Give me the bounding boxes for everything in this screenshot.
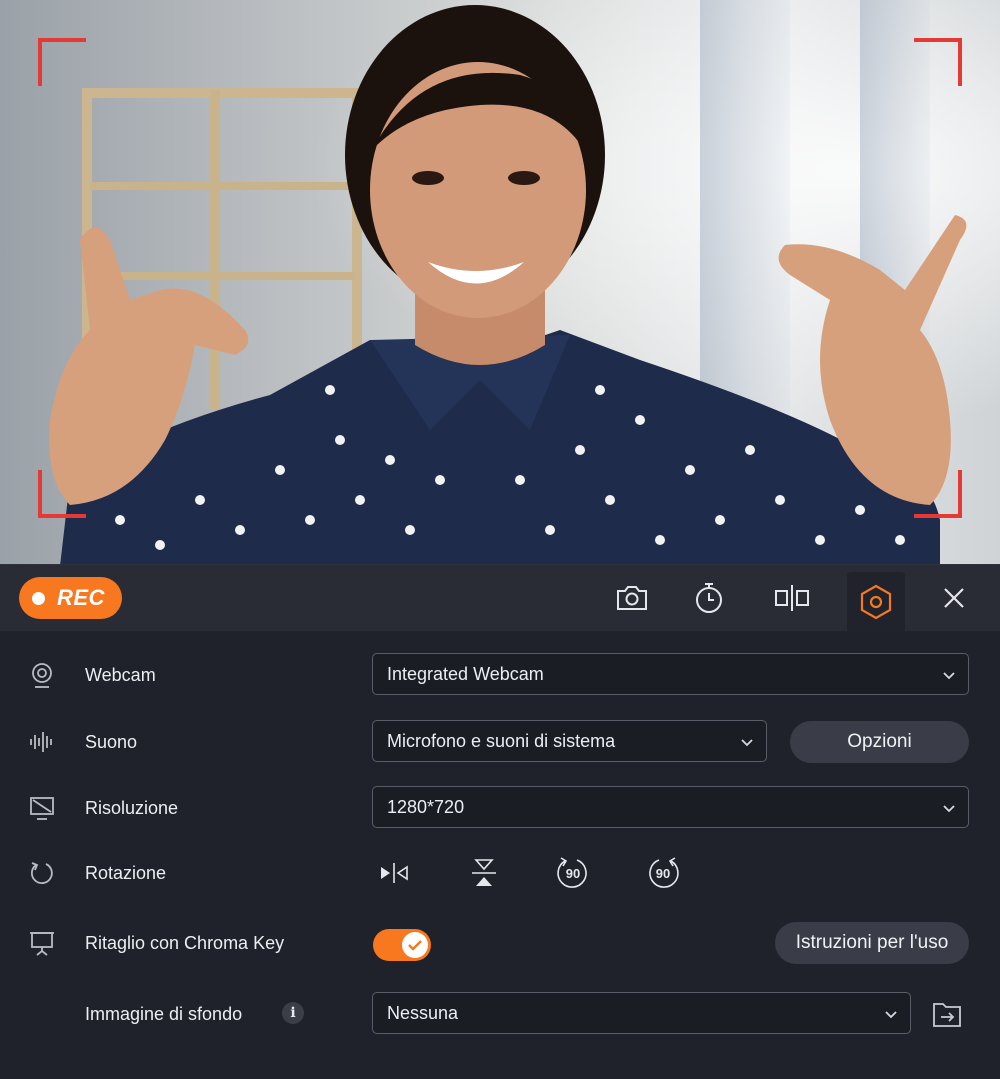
sound-wave-icon [28, 728, 56, 756]
chevron-down-icon [943, 672, 955, 680]
settings-panel: REC Webcam Integrated Webcam Suono Micro… [0, 564, 1000, 1079]
flip-horizontal-button[interactable] [374, 855, 414, 891]
flip-vertical-icon [472, 859, 496, 886]
webcam-select-value: Integrated Webcam [387, 663, 544, 684]
frame-corner-bottom-right [914, 470, 962, 518]
presentation-icon [28, 929, 56, 957]
resolution-select[interactable]: 1280*720 [372, 786, 969, 828]
chevron-down-icon [885, 1011, 897, 1019]
instructions-button[interactable]: Istruzioni per l'uso [775, 922, 969, 964]
webcam-preview [0, 0, 1000, 566]
frame-corner-top-left [38, 38, 86, 86]
rotate-right-label: 90 [656, 866, 670, 881]
webcam-row: Webcam Integrated Webcam [0, 653, 1000, 697]
resolution-row: Risoluzione 1280*720 [0, 786, 1000, 830]
resolution-select-value: 1280*720 [387, 796, 465, 817]
chroma-key-label: Ritaglio con Chroma Key [85, 933, 285, 953]
close-icon [944, 588, 964, 608]
rotate-left-90-icon: 90 [557, 857, 587, 888]
timer-button[interactable] [680, 572, 738, 624]
frame-corner-bottom-left [38, 470, 86, 518]
sound-label: Suono [85, 732, 138, 752]
resolution-icon [28, 794, 56, 822]
flip-horizontal-icon [381, 863, 408, 883]
webcam-select[interactable]: Integrated Webcam [372, 653, 969, 695]
webcam-icon [28, 661, 56, 689]
rotate-icon [28, 859, 56, 887]
chroma-key-toggle[interactable] [373, 929, 431, 961]
frame-corner-top-right [914, 38, 962, 86]
sound-row: Suono Microfono e suoni di sistema Opzio… [0, 720, 1000, 764]
chroma-key-row: Ritaglio con Chroma Key Istruzioni per l… [0, 921, 1000, 965]
camera-icon [617, 586, 647, 610]
webcam-label: Webcam [85, 665, 156, 685]
flip-vertical-button[interactable] [464, 855, 504, 891]
rotation-label: Rotazione [85, 863, 167, 883]
screenshot-button[interactable] [603, 572, 661, 624]
record-button[interactable]: REC [19, 577, 122, 619]
background-image-select-value: Nessuna [387, 1002, 459, 1023]
sound-select-value: Microfono e suoni di sistema [387, 730, 616, 751]
chevron-down-icon [943, 805, 955, 813]
rotate-right-90-icon: 90 [649, 857, 679, 888]
toggle-knob [402, 932, 428, 958]
folder-icon [933, 1003, 961, 1027]
close-button[interactable] [925, 572, 983, 624]
record-label: REC [57, 585, 105, 610]
split-view-icon [775, 585, 809, 611]
person-silhouette [49, 5, 967, 566]
rotate-left-90-button[interactable]: 90 [553, 855, 593, 891]
rotate-left-label: 90 [566, 866, 580, 881]
background-image-label: Immagine di sfondo [85, 1004, 243, 1024]
browse-folder-button[interactable] [930, 997, 964, 1031]
split-view-button[interactable] [763, 572, 821, 624]
chevron-down-icon [741, 739, 753, 747]
settings-tab[interactable] [847, 572, 905, 631]
rotation-row: Rotazione 90 90 [0, 851, 1000, 895]
background-image-row: Immagine di sfondo i Nessuna [0, 992, 1000, 1036]
sound-select[interactable]: Microfono e suoni di sistema [372, 720, 767, 762]
options-button[interactable]: Opzioni [790, 721, 969, 763]
record-dot-icon [32, 591, 45, 605]
resolution-label: Risoluzione [85, 798, 179, 818]
info-icon[interactable]: i [282, 1002, 304, 1024]
background-image-select[interactable]: Nessuna [372, 992, 911, 1034]
toolbar: REC [0, 565, 1000, 631]
settings-icon [860, 584, 892, 619]
checkmark-icon [408, 940, 422, 951]
rotate-right-90-button[interactable]: 90 [643, 855, 683, 891]
timer-icon [696, 583, 722, 613]
